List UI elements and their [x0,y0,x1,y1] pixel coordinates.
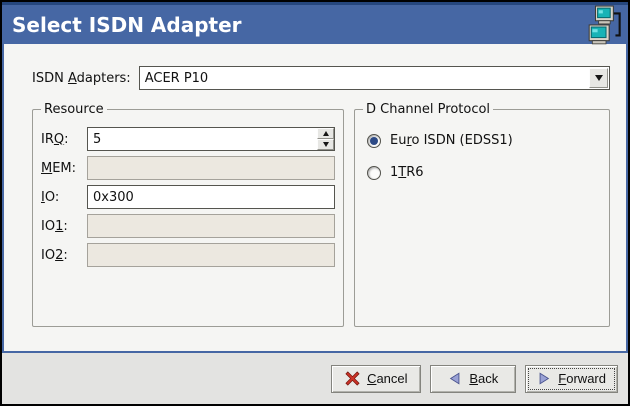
forward-button[interactable]: Forward [525,365,618,393]
radio-button-icon[interactable] [367,166,381,180]
dropdown-selected-value: ACER P10 [140,71,209,86]
forward-button-label: Forward [558,371,606,386]
cancel-button[interactable]: Cancel [331,365,421,393]
dialog-title: Select ISDN Adapter [2,13,242,37]
dchannel-group-title: D Channel Protocol [363,102,493,117]
irq-input[interactable] [87,127,335,151]
io1-row: IO1: [41,214,335,238]
adapter-row: ISDN Adapters: ACER P10 [32,66,610,90]
isdn-adapters-dropdown[interactable]: ACER P10 [139,66,610,90]
arrow-left-icon [448,371,462,386]
isdn-adapters-label: ISDN Adapters: [32,71,131,86]
dialog-header: Select ISDN Adapter [2,2,628,44]
mem-label: MEM: [41,161,87,176]
arrow-right-icon [537,371,551,386]
irq-label: IRQ: [41,132,87,147]
irq-row: IRQ: [41,127,335,151]
cancel-button-label: Cancel [367,371,407,386]
radio-1tr6[interactable]: 1TR6 [367,165,601,180]
settings-columns: Resource IRQ: MEM: I [32,102,610,327]
triangle-up-icon [323,131,329,136]
1tr6-label: 1TR6 [390,165,424,180]
spin-up-button[interactable] [317,128,334,139]
dchannel-protocol-group: D Channel Protocol Euro ISDN (EDSS1) 1TR… [354,102,610,327]
mem-input [87,156,335,180]
radio-button-icon[interactable] [367,134,381,148]
chevron-down-icon [595,75,603,81]
mem-row: MEM: [41,156,335,180]
back-button[interactable]: Back [430,365,516,393]
io-input[interactable] [87,185,335,209]
dialog-body: ISDN Adapters: ACER P10 Resource IRQ: [2,44,628,353]
cancel-x-icon [345,371,360,386]
network-computers-icon [588,5,624,51]
dropdown-arrow-button[interactable] [589,68,608,88]
io2-label: IO2: [41,248,87,263]
io-label: IO: [41,190,87,205]
spin-down-button[interactable] [317,139,334,150]
resource-group-title: Resource [41,102,107,117]
resource-group: Resource IRQ: MEM: I [32,102,344,327]
io2-input [87,243,335,267]
dialog-button-bar: Cancel Back Forward [2,353,628,404]
io1-input [87,214,335,238]
irq-spinner [87,127,335,151]
isdn-adapter-dialog: Select ISDN Adapter ISDN Adapters: ACER … [0,0,630,406]
io2-row: IO2: [41,243,335,267]
io-row: IO: [41,185,335,209]
radio-euro-isdn[interactable]: Euro ISDN (EDSS1) [367,133,601,148]
back-button-label: Back [469,371,498,386]
euro-isdn-label: Euro ISDN (EDSS1) [390,133,513,148]
io1-label: IO1: [41,219,87,234]
irq-spin-buttons [317,128,334,150]
triangle-down-icon [323,142,329,147]
